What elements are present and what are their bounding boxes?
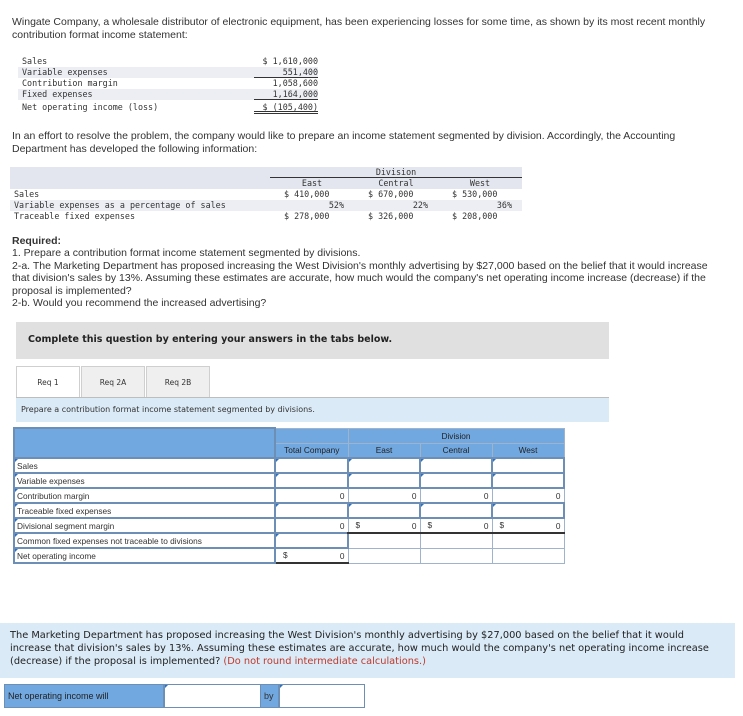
tab-req-2b[interactable]: Req 2B [146, 366, 210, 397]
sales-central-input[interactable] [419, 457, 493, 474]
tab-req-1[interactable]: Req 1 [16, 366, 80, 399]
empty-cell [419, 547, 493, 564]
empty-cell [491, 532, 565, 549]
column-header-central: Central [419, 442, 493, 459]
variable-expenses-central-input[interactable] [419, 472, 493, 489]
empty-cell [347, 532, 421, 549]
contribution-margin-east-value: 0 [347, 487, 421, 504]
input-marker-icon [493, 504, 496, 507]
input-marker-icon [276, 459, 279, 462]
tab-req-2a[interactable]: Req 2A [81, 366, 145, 397]
summary-row: Contribution margin 1,058,600 [22, 78, 318, 88]
traceable-fixed-central-input[interactable] [419, 502, 493, 519]
instruction-bar: Prepare a contribution format income sta… [16, 398, 609, 422]
sales-west-input[interactable] [491, 457, 565, 474]
column-header-total-company: Total Company [274, 442, 349, 459]
contribution-margin-total-value: 0 [274, 487, 349, 504]
table-row-sales: Sales [13, 457, 565, 474]
input-marker-icon [349, 474, 352, 477]
sales-total-input[interactable] [274, 457, 349, 474]
net-operating-income-total-value: $0 [274, 547, 349, 564]
segment-margin-west-value: $0 [491, 517, 565, 534]
table-row-divisional-segment-margin: Divisional segment margin 0 $0 $0 $0 [13, 517, 565, 534]
traceable-fixed-east-input[interactable] [347, 502, 421, 519]
column-header-west: West [491, 442, 565, 459]
input-marker-icon [15, 474, 18, 477]
required-item: 2-b. Would you recommend the increased a… [12, 297, 267, 310]
required-title: Required: [12, 235, 62, 247]
input-marker-icon [15, 549, 18, 552]
variable-expenses-total-input[interactable] [274, 472, 349, 489]
summary-row: Variable expenses 551,400 [18, 67, 318, 78]
input-marker-icon [421, 504, 424, 507]
summary-row: Fixed expenses 1,164,000 [18, 89, 318, 100]
table-row-traceable-fixed-expenses: Traceable fixed expenses [13, 502, 565, 519]
required-item: 1. Prepare a contribution format income … [12, 247, 361, 260]
summary-row: Sales $ 1,610,000 [22, 56, 318, 66]
complete-banner: Complete this question by entering your … [16, 322, 609, 359]
contribution-margin-central-value: 0 [419, 487, 493, 504]
division-info-row: Traceable fixed expenses $ 278,000 $ 326… [14, 211, 498, 221]
table-row-contribution-margin: Contribution margin 0 0 0 0 [13, 487, 565, 504]
common-fixed-total-input[interactable] [274, 532, 349, 549]
input-marker-icon [165, 685, 168, 688]
segmented-income-statement-table: Division Total Company East Central West… [13, 427, 565, 564]
tab-bar: Req 1 Req 2A Req 2B [16, 366, 211, 399]
input-marker-icon [421, 474, 424, 477]
division-group-header: Division [270, 167, 522, 178]
column-header: East [301, 178, 323, 188]
rounding-note: (Do not round intermediate calculations.… [223, 655, 426, 667]
contribution-margin-west-value: 0 [491, 487, 565, 504]
input-marker-icon [493, 459, 496, 462]
column-header: Central [378, 178, 414, 188]
blank-header-cell [274, 427, 349, 444]
variable-expenses-west-input[interactable] [491, 472, 565, 489]
input-marker-icon [349, 504, 352, 507]
table-row-common-fixed-expenses: Common fixed expenses not traceable to d… [13, 532, 565, 549]
input-marker-icon [493, 474, 496, 477]
by-label: by [261, 685, 280, 707]
division-info-table: Division East Central West Sales $ 410,0… [10, 167, 522, 222]
input-marker-icon [15, 504, 18, 507]
amount-input[interactable] [280, 685, 364, 707]
division-group-header: Division [347, 427, 565, 444]
input-marker-icon [421, 459, 424, 462]
empty-cell [347, 547, 421, 564]
table-row-net-operating-income: Net operating income $0 [13, 547, 565, 564]
required-item: 2-a. The Marketing Department has propos… [12, 259, 708, 297]
division-info-row: Variable expenses as a percentage of sal… [10, 200, 522, 211]
req-2a-question-box: The Marketing Department has proposed in… [0, 623, 735, 678]
input-marker-icon [15, 459, 18, 462]
input-marker-icon [15, 489, 18, 492]
input-marker-icon [276, 534, 279, 537]
segment-margin-east-value: $0 [347, 517, 421, 534]
required-section: Required: 1. Prepare a contribution form… [12, 235, 712, 309]
problem-intro-2: In an effort to resolve the problem, the… [12, 130, 676, 155]
summary-income-statement: Sales $ 1,610,000 Variable expenses 551,40… [18, 56, 318, 114]
increase-decrease-select[interactable] [165, 685, 261, 707]
input-marker-icon [280, 685, 283, 688]
summary-row: Net operating income (loss) $ (105,400) [22, 102, 318, 114]
segment-margin-central-value: $0 [419, 517, 493, 534]
input-marker-icon [15, 519, 18, 522]
problem-intro: Wingate Company, a wholesale distributor… [12, 16, 706, 41]
input-marker-icon [276, 474, 279, 477]
empty-cell [491, 547, 565, 564]
input-marker-icon [349, 459, 352, 462]
label-header-cell [13, 427, 276, 459]
segment-margin-total-value: 0 [274, 517, 349, 534]
net-operating-income-answer-row: Net operating income will by [4, 684, 365, 708]
column-header: West [469, 178, 491, 188]
column-header-east: East [347, 442, 421, 459]
division-info-row: Sales $ 410,000 $ 670,000 $ 530,000 [14, 189, 498, 199]
input-marker-icon [15, 534, 18, 537]
empty-cell [419, 532, 493, 549]
sales-east-input[interactable] [347, 457, 421, 474]
net-operating-income-will-label: Net operating income will [5, 685, 165, 707]
input-marker-icon [276, 504, 279, 507]
traceable-fixed-west-input[interactable] [491, 502, 565, 519]
traceable-fixed-total-input[interactable] [274, 502, 349, 519]
variable-expenses-east-input[interactable] [347, 472, 421, 489]
table-row-variable-expenses: Variable expenses [13, 472, 565, 489]
